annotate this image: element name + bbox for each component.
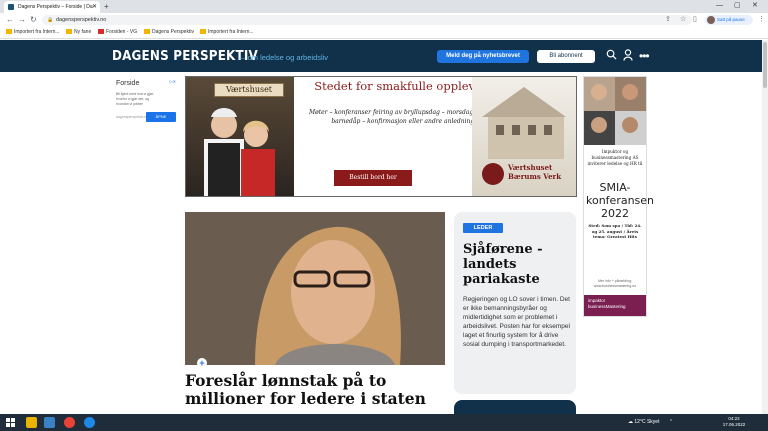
next-card[interactable] xyxy=(454,400,576,414)
more-menu-icon[interactable]: ••• xyxy=(639,49,650,63)
bookmarks-bar: Importert fra Intern... Ny fane Forsiden… xyxy=(0,27,768,39)
file-explorer-icon[interactable] xyxy=(26,417,37,428)
new-tab-button[interactable]: + xyxy=(104,1,109,12)
minimize-icon[interactable]: — xyxy=(716,0,723,12)
edge-icon[interactable] xyxy=(84,417,95,428)
banner-sign: Værtshuset xyxy=(214,83,284,97)
left-ad[interactable]: ▷✕ Forside Bli kjent med hva vi gjør, hv… xyxy=(114,78,178,126)
add-icon[interactable]: + xyxy=(197,358,207,368)
page-icon xyxy=(144,29,150,34)
tray-chevron-icon[interactable]: ⌃ xyxy=(669,419,673,425)
banner-ad[interactable]: Værtshuset Stedet for smakfulle opplevel… xyxy=(185,76,577,197)
portrait-photo xyxy=(185,212,445,365)
main-article-image[interactable] xyxy=(185,212,445,365)
sidepanel-icon[interactable]: ▯ xyxy=(693,14,697,26)
right-ad-intro: Impuktor og businessmastering AS inviter… xyxy=(587,149,643,166)
bookmark-item[interactable]: Dagens Perspektiv xyxy=(144,27,194,38)
vg-icon xyxy=(98,29,104,34)
right-ad-brand-2: businessMastering xyxy=(588,304,626,309)
clock-date: 17.06.2022 xyxy=(722,422,746,427)
menu-kebab-icon[interactable]: ⋮ xyxy=(758,14,765,26)
user-icon[interactable] xyxy=(623,49,633,61)
leader-headline[interactable]: Sjåførene - landets pariakaste xyxy=(463,242,571,287)
folder-icon xyxy=(6,29,12,34)
back-icon[interactable]: ← xyxy=(6,13,14,27)
bookmark-item[interactable]: Ny fane xyxy=(66,27,91,38)
banner-brand: Værtshuset Bærums Verk xyxy=(508,163,562,181)
search-icon[interactable] xyxy=(606,49,617,60)
page-scrollbar[interactable] xyxy=(762,40,768,414)
maximize-icon[interactable]: ▢ xyxy=(734,0,741,12)
left-ad-input: dagensperspektiv.no xyxy=(116,115,149,119)
site-tagline: — om ledelse og arbeidsliv xyxy=(238,53,329,62)
browser-tab-strip xyxy=(0,0,768,13)
bookmark-item[interactable]: Importert fra Intern... xyxy=(200,27,254,38)
lock-icon: 🔒 xyxy=(47,17,54,23)
right-ad[interactable]: Impuktor og businessmastering AS inviter… xyxy=(583,76,655,317)
pause-label: Satt på pause xyxy=(717,17,745,22)
weather-icon[interactable]: ☁ xyxy=(628,419,633,425)
address-bar[interactable]: 🔒 dagensperspektiv.no xyxy=(42,15,692,25)
profile-pause-button[interactable]: Satt på pause xyxy=(705,15,753,25)
brand-seal-icon xyxy=(482,163,504,185)
left-ad-title: Forside xyxy=(116,80,140,87)
leader-body: Regjeringen og LO sover i timen. Det er … xyxy=(463,296,570,348)
clock[interactable]: 04:22 17.06.2022 xyxy=(722,416,746,428)
share-icon[interactable]: ⇪ xyxy=(665,14,671,26)
folder-icon xyxy=(200,29,206,34)
browser-toolbar: ← → ↻ 🔒 dagensperspektiv.no ⇪ ☆ ▯ ⋮ xyxy=(0,13,768,27)
scrollbar-thumb[interactable] xyxy=(763,42,767,88)
main-article-headline[interactable]: Foreslår lønnstak på to millioner for le… xyxy=(185,372,455,408)
subscribe-button[interactable]: Bli abonnent xyxy=(537,50,595,63)
left-ad-desc: Bli kjent med hva vi gjør, hvorfor vi gj… xyxy=(116,92,154,106)
leader-badge: LEDER xyxy=(463,223,503,233)
speakers-photo xyxy=(584,77,646,145)
right-ad-details: Sted: Som spa / Tid: 24. og 25. august /… xyxy=(588,223,642,239)
close-window-icon[interactable]: ✕ xyxy=(752,0,758,12)
chrome-icon[interactable] xyxy=(64,417,75,428)
right-ad-footer: impaktor businessMastering xyxy=(584,295,646,316)
tab-title: Dagens Perspektiv – Forside | Da xyxy=(18,4,93,10)
browser-tab[interactable]: Dagens Perspektiv – Forside | Da ✕ xyxy=(4,1,100,13)
right-ad-moreinfo: Mer info + påmelding: www.businessmaster… xyxy=(593,279,637,288)
bookmark-item[interactable]: Importert fra Intern... xyxy=(6,27,60,38)
forward-icon[interactable]: → xyxy=(18,13,26,27)
windows-start-icon[interactable] xyxy=(6,418,15,427)
avatar xyxy=(707,16,715,24)
adchoices-icon[interactable]: ▷✕ xyxy=(170,79,176,84)
system-tray: ☁ 12°C Skyet ⌃ xyxy=(628,414,768,431)
page-icon xyxy=(66,29,72,34)
store-icon[interactable] xyxy=(44,417,55,428)
close-tab-icon[interactable]: ✕ xyxy=(92,1,97,13)
left-ad-open-button[interactable]: ÅPNE xyxy=(146,112,176,122)
speaker-faces xyxy=(584,77,646,145)
right-ad-title: SMIA-konferansen 2022 xyxy=(586,181,655,220)
weather-text[interactable]: 12°C Skyet xyxy=(634,419,659,425)
bookmark-item[interactable]: Forsiden - VG xyxy=(98,27,137,38)
site-header: DAGENS PERSPEKTIV — om ledelse og arbeid… xyxy=(0,40,762,72)
newsletter-button[interactable]: Meld deg på nyhetsbrevet xyxy=(437,50,529,63)
site-logo[interactable]: DAGENS PERSPEKTIV xyxy=(112,40,258,74)
site-favicon-icon xyxy=(8,4,14,10)
banner-book-button[interactable]: Bestill bord her xyxy=(334,170,412,186)
url-text: dagensperspektiv.no xyxy=(56,17,107,23)
bookmark-star-icon[interactable]: ☆ xyxy=(680,14,686,26)
reload-icon[interactable]: ↻ xyxy=(30,13,37,27)
